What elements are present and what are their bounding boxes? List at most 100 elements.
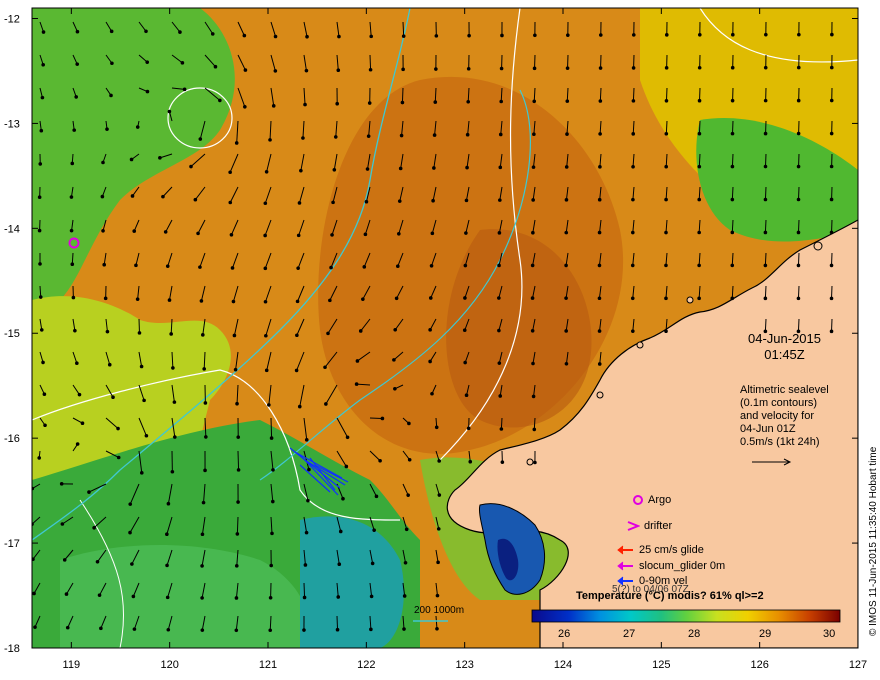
velocity-vector-head [166,627,171,632]
velocity-vector-head [296,266,300,270]
velocity-vector-head [565,99,570,103]
velocity-vector-head [264,368,269,373]
velocity-vector-head [532,427,537,432]
velocity-vector-head [203,468,207,473]
velocity-vector-head [531,198,535,202]
velocity-vector-head [465,132,470,137]
velocity-vector-head [41,62,45,67]
velocity-vector-head [75,62,80,66]
colorbar-tick: 26 [558,628,571,640]
velocity-vector-head [500,33,504,38]
velocity-vector-head [397,231,401,236]
velocity-vector-head [302,595,307,600]
velocity-vector-head [102,262,107,267]
velocity-vector-head [428,296,433,300]
velocity-vector-head [62,558,67,562]
velocity-vector-head [631,230,635,235]
velocity-vector-head [128,502,133,506]
velocity-vector-head [403,560,408,565]
velocity-vector-head [228,170,232,175]
date-time-label: 04-Jun-2015 01:45Z [748,331,821,363]
velocity-vector-head [466,426,471,431]
legend-glide-label: 25 cm/s glide [639,544,704,556]
velocity-vector-head [429,263,434,268]
velocity-vector-head [437,493,442,497]
velocity-vector-head [365,167,370,171]
x-tick-label: 125 [652,659,670,671]
velocity-vector-head [374,494,379,499]
velocity-vector-head [400,100,405,105]
velocity-vector-head [38,262,42,266]
legend-glide: 25 cm/s glide [617,544,704,556]
velocity-vector-head [428,359,432,364]
x-tick-label: 127 [849,659,867,671]
velocity-vector-head [210,32,215,36]
velocity-vector-head [74,95,79,99]
velocity-vector [665,87,668,101]
velocity-vector-head [664,197,668,202]
velocity-vector-head [829,230,834,235]
velocity-vector-head [301,136,305,140]
velocity-vector-head [189,164,193,169]
velocity-vector-head [396,264,400,268]
velocity-vector-head [333,135,338,139]
velocity-vector-head [263,233,267,238]
velocity-vector-head [598,66,603,70]
colorbar-tick: 29 [759,628,772,640]
velocity-vector-head [531,394,536,399]
velocity-vector-head [201,333,205,337]
velocity-vector-head [203,401,208,405]
velocity-vector-head [498,394,503,398]
velocity-vector-head [829,164,834,169]
velocity-vector-head [326,331,330,336]
velocity-vector-head [337,562,342,567]
velocity-vector-head [354,382,359,386]
velocity-vector-head [369,594,374,599]
velocity-vector-head [597,296,602,301]
velocity-vector-head [730,296,735,301]
velocity-vector-head [73,328,77,333]
x-tick-label: 126 [750,659,768,671]
velocity-vector-head [329,265,333,270]
velocity-vector-head [380,416,385,421]
velocity-vector [797,318,800,332]
velocity-vector-head [264,169,269,174]
velocity-vector-head [32,591,36,596]
velocity-vector-head [169,332,173,336]
velocity-vector-head [75,29,80,34]
velocity-vector-head [796,98,801,103]
velocity-vector-head [70,161,75,166]
velocity-vector-head [463,360,467,365]
velocity-vector-head [829,98,834,103]
velocity-vector-head [364,199,369,204]
y-tick-label: -18 [4,643,20,655]
velocity-vector-head [730,164,735,169]
velocity-vector-head [564,329,568,333]
velocity-vector-head [92,525,96,530]
velocity-vector-head [132,229,137,233]
velocity-vector-head [499,66,504,71]
velocity-vector-head [697,32,702,37]
velocity-vector-head [165,595,170,600]
velocity-vector-head [432,133,437,137]
velocity-vector-head [697,296,701,301]
velocity-vector-head [407,421,411,426]
velocity-vector-head [664,131,669,136]
velocity-vector-head [397,199,402,203]
velocity-vector-head [432,166,436,170]
x-tick-label: 123 [455,659,473,671]
velocity-vector [732,120,734,134]
velocity-vector-head [41,30,46,34]
velocity-vector-head [234,141,239,145]
velocity-vector-head [130,194,135,198]
velocity-vector-head [87,490,91,494]
velocity-vector-head [531,361,535,366]
velocity-vector-head [434,34,439,38]
velocity-vector-head [306,498,310,503]
velocity-vector-head [295,299,300,304]
velocity-vector-head [368,67,373,72]
velocity-vector-head [234,564,239,568]
legend-argo: Argo [632,494,671,506]
velocity-vector-head [202,367,206,371]
legend-slocum: slocum_glider 0m [617,560,725,572]
